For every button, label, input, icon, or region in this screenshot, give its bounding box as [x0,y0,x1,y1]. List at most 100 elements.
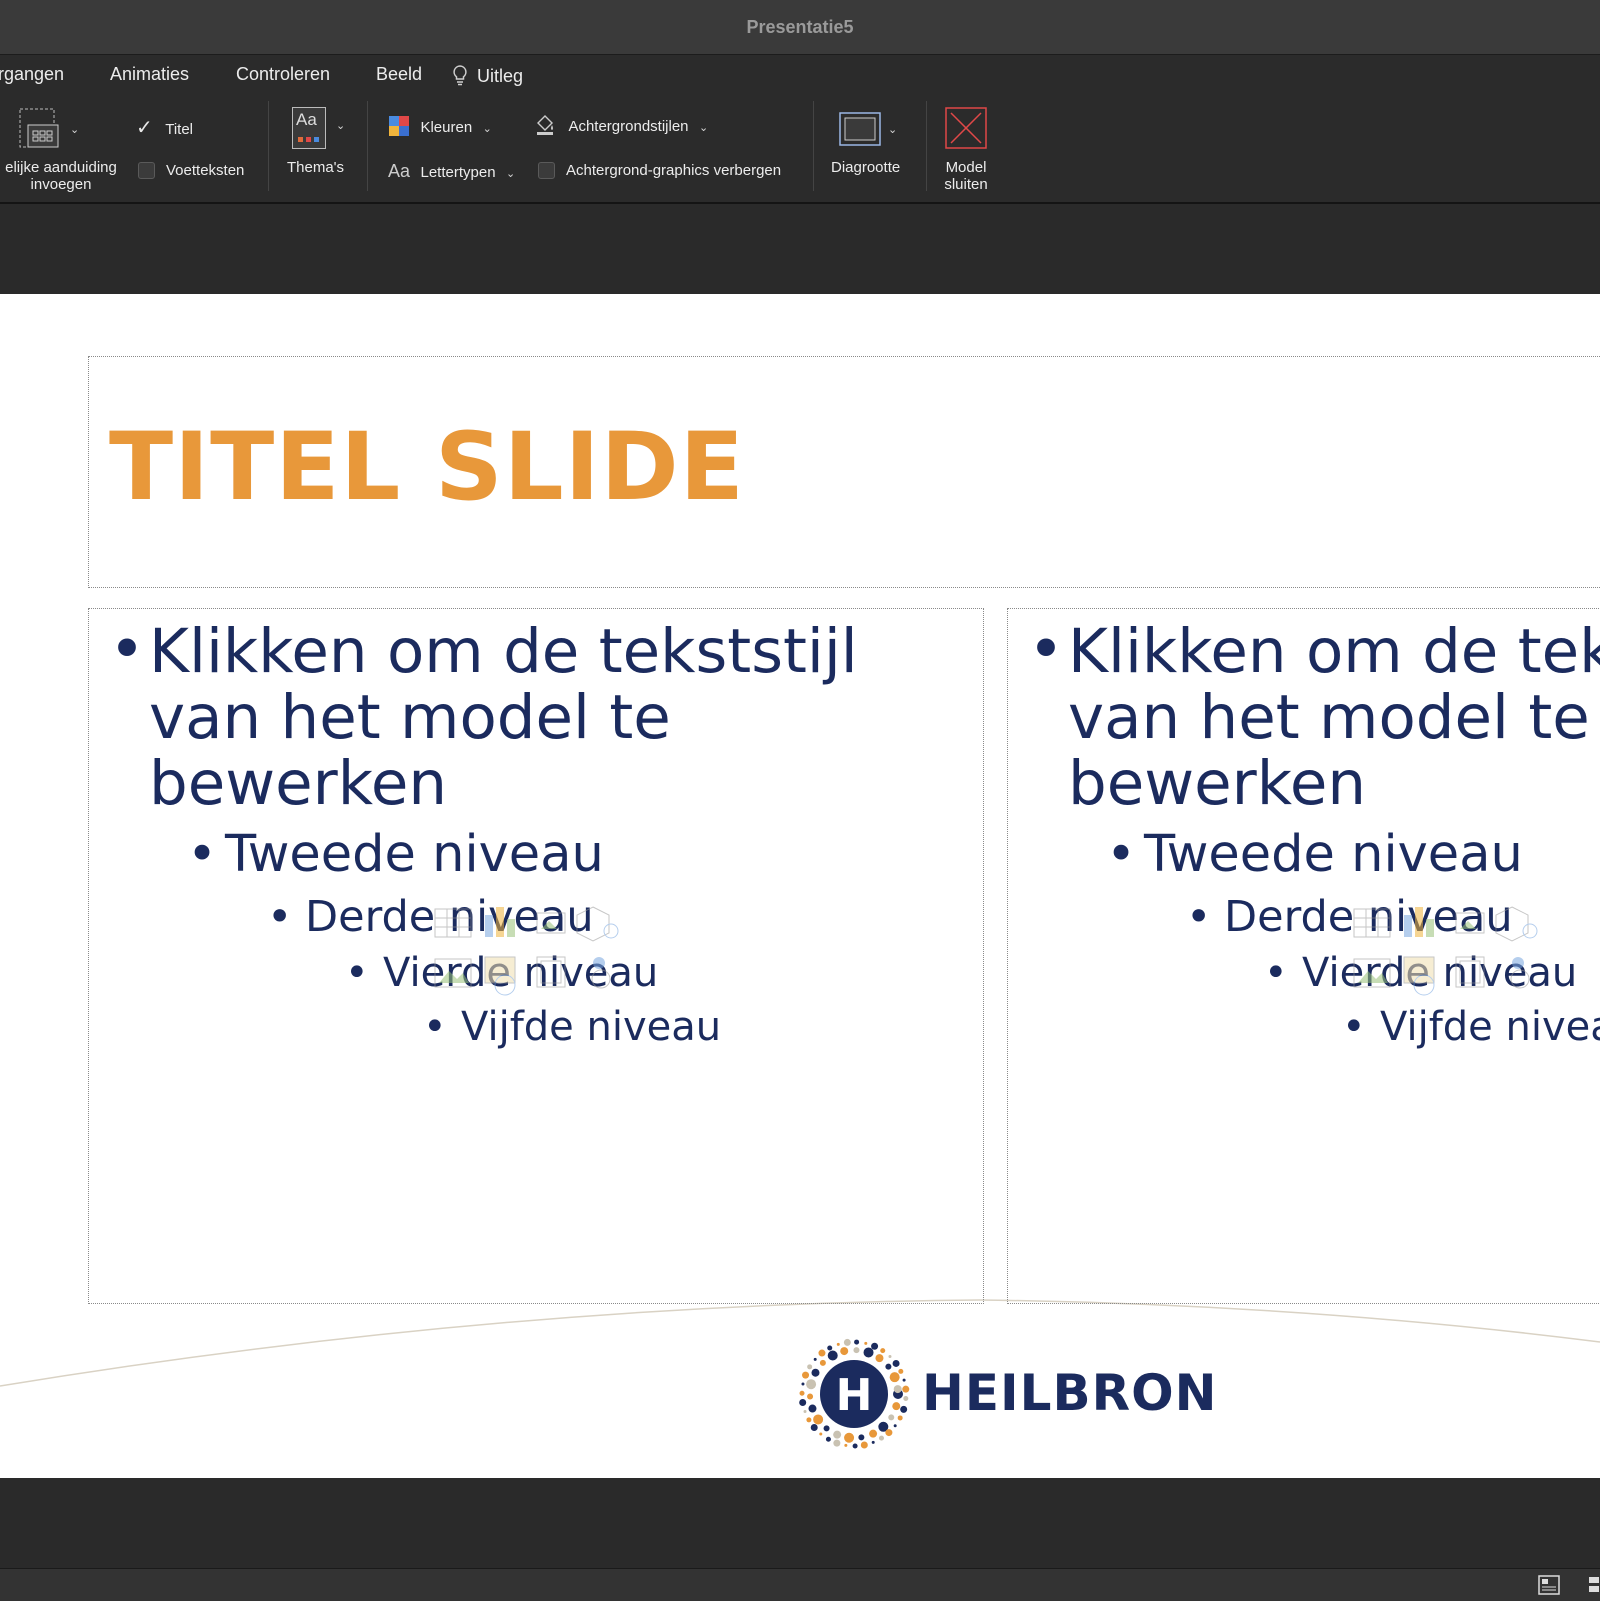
chevron-down-icon: ⌄ [70,124,80,136]
insert-icon-icon[interactable] [591,957,611,989]
logo-dot [825,1436,831,1442]
insert-picture-icon[interactable] [434,958,472,988]
logo-dot [799,1398,807,1406]
logo-dot [833,1439,841,1447]
logo-dot [827,1350,838,1361]
content-placeholder-left[interactable]: • Klikken om de tekststijl van het model… [88,608,984,1304]
logo-dot [903,1395,909,1401]
chevron-down-icon: ⌄ [482,123,492,135]
window-title: Presentatie5 [746,17,854,37]
logo-dot [889,1372,900,1383]
logo-dot [818,1349,826,1357]
themes-icon: Aa [292,107,326,149]
tab-controleren[interactable]: Controleren [236,64,330,85]
level-1-text-line2: van het model te [1068,682,1590,753]
chevron-down-icon: ⌄ [336,120,346,132]
chevron-down-icon: ⌄ [506,168,516,180]
placeholder-layout-icon [19,108,59,148]
tab-uitleg[interactable]: Uitleg [451,64,523,87]
bullet-level-1: • Klikken om de tekststijl van het model… [109,614,858,819]
insert-smartart-icon[interactable] [536,912,566,934]
insert-smartart-icon[interactable] [1455,912,1485,934]
lightbulb-icon [453,65,467,86]
tab-beeld[interactable]: Beeld [376,64,422,85]
ribbon-tabs: rgangen Animaties Controleren Beeld Uitl… [0,55,1600,101]
normal-view-icon[interactable] [1538,1575,1560,1595]
insert-placeholder-button[interactable]: ⌄ [18,107,79,156]
logo-dot [892,1402,901,1411]
logo-dot [878,1435,884,1441]
logo-dot [885,1429,893,1437]
insert-video-icon[interactable] [536,956,566,988]
fonts-dropdown[interactable]: Aa Lettertypen ⌄ [388,161,515,182]
insert-chart-icon[interactable] [1404,907,1434,937]
tab-overgangen[interactable]: rgangen [0,64,64,85]
bullet-mark: • [187,825,218,884]
insert-content-icons[interactable] [433,901,633,1006]
checkmark-icon: ✓ [136,117,153,139]
heilbron-logo-mark: H [799,1338,910,1449]
logo-dot [802,1371,810,1379]
logo-dot [853,1347,860,1354]
logo-dot [810,1423,818,1431]
content-placeholder-right[interactable]: • Klikken om de tekststijl van het model… [1007,608,1600,1304]
title-placeholder[interactable]: TITEL SLIDE [88,356,1600,588]
logo-dot [844,1443,848,1447]
chevron-down-icon: ⌄ [888,124,898,136]
logo-dot [893,1424,897,1428]
insert-online-picture-icon[interactable] [484,956,516,996]
logo-dot [898,1368,904,1374]
footer-checkbox-label: Voetteksten [166,162,245,179]
slide-canvas[interactable]: TITEL SLIDE • Klikken om de tekststijl v… [0,294,1600,1478]
level-1-text-line1: Klikken om de tekststijl [149,616,858,687]
hide-background-graphics-label: Achtergrond-graphics verbergen [566,162,782,179]
close-master-button[interactable] [945,107,987,154]
insert-table-icon[interactable] [1353,908,1391,938]
chevron-down-icon: ⌄ [698,122,709,134]
slide-sorter-icon[interactable] [1588,1575,1600,1595]
colors-dropdown[interactable]: Kleuren ⌄ [388,115,492,137]
hide-background-graphics-checkbox[interactable] [538,162,555,179]
close-master-label: Model sluiten [930,159,1002,193]
insert-video-icon[interactable] [1455,956,1485,988]
logo-dot [864,1341,868,1345]
logo-dot [811,1368,820,1377]
logo-dot [880,1348,886,1354]
insert-3d-model-icon[interactable] [576,906,619,942]
insert-icon-icon[interactable] [1510,957,1530,989]
insert-content-icons[interactable] [1352,901,1552,1006]
logo-dot [813,1414,824,1425]
logo-dot [863,1347,874,1358]
tab-animaties[interactable]: Animaties [110,64,189,85]
themes-button[interactable]: Aa ⌄ [292,107,345,149]
insert-3d-model-icon[interactable] [1495,906,1538,942]
insert-table-icon[interactable] [434,908,472,938]
paint-bucket-icon [537,115,553,135]
level-5-text: Vijfde niveau [461,1004,722,1050]
bullet-level-5: • Vijfde niveau [1342,1005,1600,1049]
bullet-mark: • [423,1004,447,1050]
insert-picture-icon[interactable] [1353,958,1391,988]
footer-checkbox[interactable] [138,162,155,179]
title-checkbox[interactable]: ✓ Titel [136,115,193,140]
background-styles-dropdown[interactable]: Achtergrondstijlen ⌄ [534,113,708,137]
bullet-mark: • [109,614,145,685]
insert-placeholder-label-line1: elijke aanduiding [5,159,117,176]
level-1-text-line3: bewerken [149,748,448,819]
bullet-mark: • [345,950,369,996]
background-styles-label: Achtergrondstijlen [568,118,689,135]
logo-dot [844,1432,855,1443]
logo-dot [885,1363,892,1370]
logo-dot [902,1378,906,1382]
slide-size-button[interactable]: ⌄ [838,109,897,154]
insert-online-picture-icon[interactable] [1403,956,1435,996]
close-master-label-line2: sluiten [944,176,988,193]
logo-dot [823,1425,830,1432]
logo-dot [799,1390,805,1396]
heilbron-logo: H HEILBRON [794,1334,1216,1454]
title-checkbox-label: Titel [165,121,193,138]
ribbon-separator [926,101,927,191]
bullet-mark: • [1342,1004,1366,1050]
bullet-level-1: • Klikken om de tekststijl van het model… [1028,617,1600,817]
insert-chart-icon[interactable] [485,907,515,937]
